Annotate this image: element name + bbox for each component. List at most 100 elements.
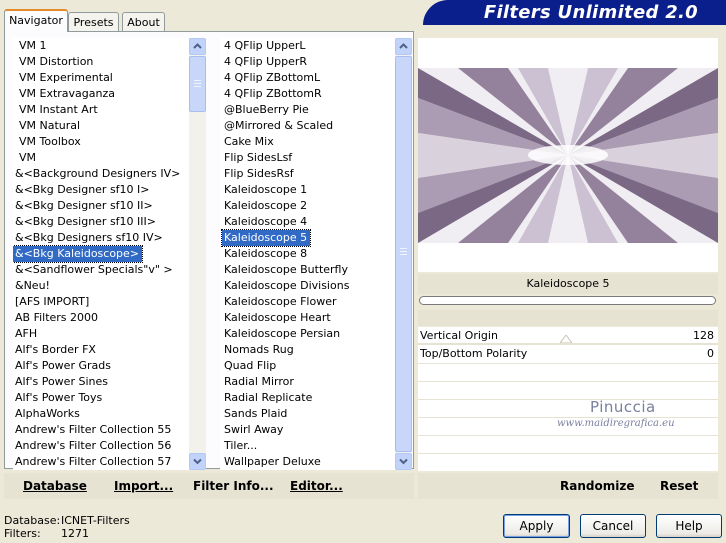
list-item[interactable]: Swirl Away (220, 422, 395, 438)
list-item[interactable]: @Mirrored & Scaled (220, 118, 395, 134)
list-item[interactable]: Andrew's Filter Collection 56 (13, 438, 189, 454)
list-item[interactable]: Andrew's Filter Collection 55 (13, 422, 189, 438)
list-item[interactable]: Andrew's Filter Collection 57 (13, 454, 189, 470)
watermark-url: www.maidiregrafica.eu (557, 418, 675, 429)
list-item[interactable]: Radial Replicate (220, 390, 395, 406)
list-item[interactable]: AB Filters 2000 (13, 310, 189, 326)
category-list[interactable]: VM 1 VM Distortion VM Experimental VM Extra… (13, 38, 189, 470)
editor-button[interactable]: Editor... (290, 478, 343, 494)
list-item[interactable]: Wallpaper Deluxe (220, 454, 395, 470)
list-item-label: 4 QFlip ZBottomL (224, 71, 321, 84)
list-item[interactable]: Quad Flip (220, 358, 395, 374)
list-item-label: Quad Flip (224, 359, 277, 372)
list-item[interactable]: @BlueBerry Pie (220, 102, 395, 118)
list-item[interactable]: Kaleidoscope 4 (220, 214, 395, 230)
import-button[interactable]: Import... (114, 478, 173, 494)
list-item[interactable]: Kaleidoscope Butterfly (220, 262, 395, 278)
list-item[interactable]: &<Bkg Designer sf10 III> (13, 214, 189, 230)
list-item[interactable]: Alf's Power Toys (13, 390, 189, 406)
list-item[interactable]: VM Extravaganza (13, 86, 189, 102)
list-item[interactable]: Nomads Rug (220, 342, 395, 358)
tab-about[interactable]: About (122, 12, 165, 31)
filter-scrollbar[interactable] (395, 38, 412, 470)
randomize-button[interactable]: Randomize (560, 478, 634, 494)
list-item[interactable]: VM Toolbox (13, 134, 189, 150)
list-item[interactable]: Cake Mix (220, 134, 395, 150)
tab-presets[interactable]: Presets (68, 12, 119, 31)
list-item[interactable]: Kaleidoscope Flower (220, 294, 395, 310)
filter-list[interactable]: 4 QFlip UpperL 4 QFlip UpperR 4 QFlip ZBot… (220, 38, 395, 470)
list-item[interactable]: Kaleidoscope 2 (220, 198, 395, 214)
list-item[interactable]: [AFS IMPORT] (13, 294, 189, 310)
list-item[interactable]: Tiler... (220, 438, 395, 454)
scroll-down-button[interactable] (395, 453, 412, 470)
database-label: Database (23, 479, 87, 493)
list-item[interactable]: VM Distortion (13, 54, 189, 70)
param-top-bottom-polarity[interactable]: Top/Bottom Polarity 0 (418, 345, 718, 363)
list-item[interactable]: VM Natural (13, 118, 189, 134)
list-item[interactable]: VM Instant Art (13, 102, 189, 118)
scroll-up-button[interactable] (395, 38, 412, 55)
scroll-thumb[interactable] (189, 56, 206, 112)
list-item[interactable]: &Neu! (13, 278, 189, 294)
list-item[interactable]: Kaleidoscope Divisions (220, 278, 395, 294)
scroll-down-button[interactable] (189, 453, 206, 470)
list-item[interactable]: 4 QFlip ZBottomL (220, 70, 395, 86)
help-button[interactable]: Help (656, 514, 722, 538)
apply-button[interactable]: Apply (503, 514, 570, 538)
list-item-label: Alf's Border FX (15, 343, 96, 356)
status-database: Database: ICNET-Filters (4, 514, 130, 527)
list-item[interactable]: AFH (13, 326, 189, 342)
chevron-up-icon (193, 43, 202, 49)
tab-label: Navigator (9, 14, 63, 27)
list-item[interactable]: Kaleidoscope Persian (220, 326, 395, 342)
list-item[interactable]: Kaleidoscope Heart (220, 310, 395, 326)
list-item[interactable]: &<Bkg Kaleidoscope> (13, 245, 189, 263)
filter-info-button[interactable]: Filter Info... (193, 478, 274, 494)
list-item-label: Kaleidoscope 2 (224, 199, 308, 212)
list-item-label: VM (19, 151, 37, 164)
list-item[interactable]: AlphaWorks (13, 406, 189, 422)
chevron-up-icon (399, 43, 408, 49)
list-item[interactable]: VM Experimental (13, 70, 189, 86)
list-item[interactable]: 4 QFlip UpperL (220, 38, 395, 54)
list-item[interactable]: &<Bkg Designers sf10 IV> (13, 230, 189, 246)
list-item[interactable]: Alf's Border FX (13, 342, 189, 358)
scroll-thumb[interactable] (395, 56, 412, 452)
list-item[interactable]: 4 QFlip UpperR (220, 54, 395, 70)
list-item[interactable]: Kaleidoscope 8 (220, 246, 395, 262)
list-item[interactable]: Kaleidoscope 1 (220, 182, 395, 198)
list-item[interactable]: Alf's Power Grads (13, 358, 189, 374)
kaleidoscope-preview-image (418, 38, 718, 272)
list-item-label: AlphaWorks (15, 407, 80, 420)
list-item[interactable]: &<Background Designers IV> (13, 166, 189, 182)
list-item[interactable]: &<Sandflower Specials"v" > (13, 262, 189, 278)
list-item[interactable]: &<Bkg Designer sf10 I> (13, 182, 189, 198)
list-item-label: &<Sandflower Specials"v" > (15, 263, 173, 276)
list-item[interactable]: VM (13, 150, 189, 166)
list-item-label: Radial Replicate (224, 391, 313, 404)
list-item[interactable]: Sands Plaid (220, 406, 395, 422)
list-item-label: Kaleidoscope Persian (224, 327, 341, 340)
slider-thumb-icon[interactable] (560, 335, 572, 343)
cancel-button[interactable]: Cancel (580, 514, 646, 538)
list-item-label: Andrew's Filter Collection 56 (15, 439, 172, 452)
list-item-label: Tiler... (224, 439, 258, 452)
list-item[interactable]: Radial Mirror (220, 374, 395, 390)
database-button[interactable]: Database (23, 478, 87, 494)
list-item[interactable]: Alf's Power Sines (13, 374, 189, 390)
list-item[interactable]: Flip SidesLsf (220, 150, 395, 166)
list-item[interactable]: 4 QFlip ZBottomR (220, 86, 395, 102)
tab-navigator[interactable]: Navigator (4, 9, 68, 32)
list-item-label: &Neu! (15, 279, 50, 292)
reset-button[interactable]: Reset (660, 478, 698, 494)
list-item[interactable]: Flip SidesRsf (220, 166, 395, 182)
list-item[interactable]: VM 1 (13, 38, 189, 54)
list-item-label: [AFS IMPORT] (15, 295, 90, 308)
scroll-up-button[interactable] (189, 38, 206, 55)
divider (418, 310, 718, 326)
category-scrollbar[interactable] (189, 38, 206, 470)
preview-area[interactable] (418, 38, 718, 272)
list-item[interactable]: &<Bkg Designer sf10 II> (13, 198, 189, 214)
list-item[interactable]: Kaleidoscope 5 (220, 229, 395, 247)
